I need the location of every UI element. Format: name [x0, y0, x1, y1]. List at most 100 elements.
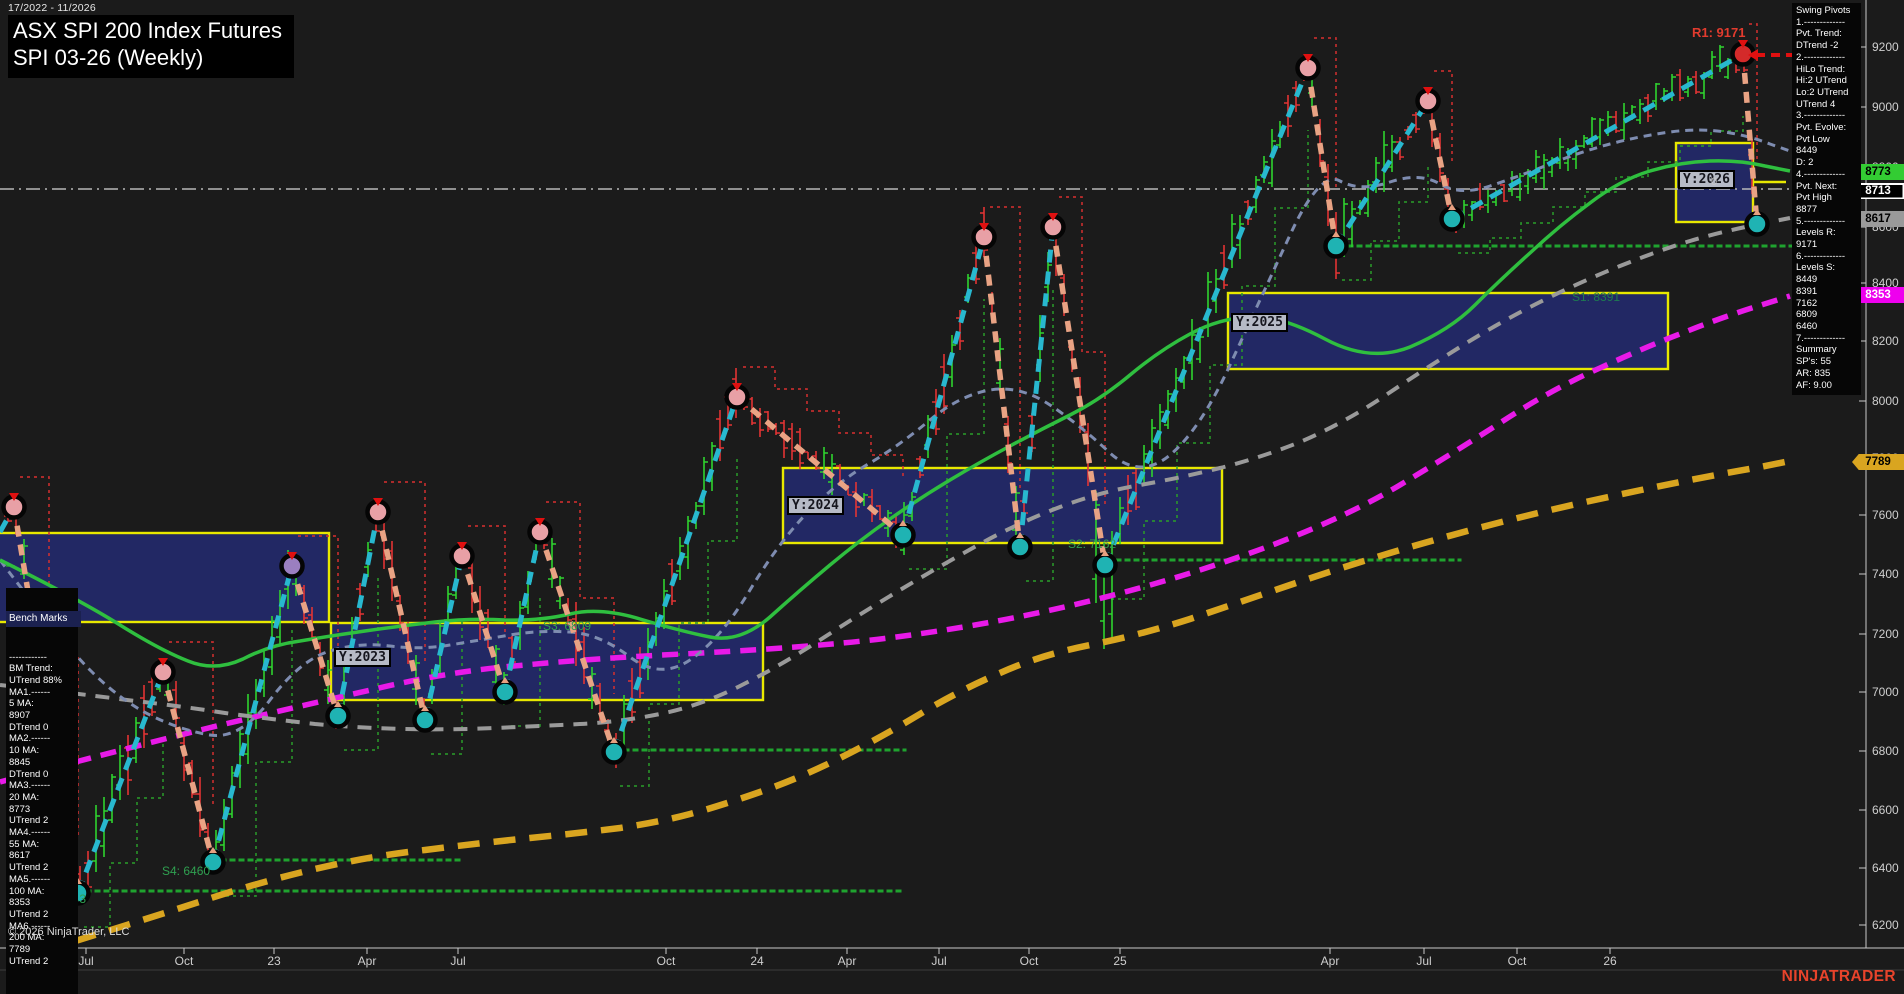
year-label-chip[interactable]: Y:2026: [1678, 170, 1735, 189]
price-chart-canvas[interactable]: [0, 0, 1904, 994]
swing-panel-line: Pvt. Evolve:: [1796, 122, 1861, 134]
pivot-low-marker[interactable]: [1442, 209, 1463, 230]
time-axis-label: Oct: [1020, 954, 1039, 968]
bench-panel-line: 10 MA:: [9, 745, 78, 757]
time-axis-label: 26: [1603, 954, 1616, 968]
swing-panel-line: 8449: [1796, 274, 1861, 286]
time-axis-label: Oct: [657, 954, 676, 968]
year-box-2025: [1228, 293, 1668, 369]
swing-panel-line: DTrend -2: [1796, 40, 1861, 52]
time-axis-label: 23: [267, 954, 280, 968]
swing-panel-line: 4.-------------: [1796, 169, 1861, 181]
time-axis-label: Jul: [1416, 954, 1431, 968]
price-axis-label: 6800: [1872, 744, 1899, 758]
time-axis-label: Jul: [450, 954, 465, 968]
bench-panel-line: 100 MA:: [9, 886, 78, 898]
time-axis-label: Oct: [175, 954, 194, 968]
bench-panel-line: MA4.------: [9, 827, 78, 839]
swing-panel-line: 8391: [1796, 286, 1861, 298]
swing-panel-line: 6460: [1796, 321, 1861, 333]
price-axis-label: 7000: [1872, 685, 1899, 699]
swing-panel-line: HiLo Trend:: [1796, 64, 1861, 76]
swing-panel-line: 7162: [1796, 298, 1861, 310]
swing-panel-line: 3.-------------: [1796, 110, 1861, 122]
time-axis-label: Jul: [78, 954, 93, 968]
bench-panel-line: MA3.------: [9, 780, 78, 792]
bench-panel-line: 8907: [9, 710, 78, 722]
swing-panel-line: Hi:2 UTrend: [1796, 75, 1861, 87]
copyright-text: © 2026 NinjaTrader, LLC: [8, 926, 129, 938]
bench-panel-line: MA2.------: [9, 733, 78, 745]
pivot-low-marker[interactable]: [1747, 214, 1768, 235]
bench-panel-line: DTrend 0: [9, 722, 78, 734]
support-level-label: S3: 6809: [543, 619, 591, 633]
swing-panel-line: UTrend 4: [1796, 99, 1861, 111]
swing-panel-line: D: 2: [1796, 157, 1861, 169]
swing-panel-line: Pvt Low: [1796, 134, 1861, 146]
time-axis-label: Apr: [1321, 954, 1340, 968]
swing-panel-line: Pvt. Next:: [1796, 181, 1861, 193]
time-axis-label: Oct: [1508, 954, 1527, 968]
resistance-level-label: R1: 9171: [1692, 25, 1745, 40]
swing-panel-line: Levels R:: [1796, 227, 1861, 239]
price-axis-label: 6200: [1872, 918, 1899, 932]
chart-window: 17/2022 - 11/2026 ASX SPI 200 Index Futu…: [0, 0, 1904, 994]
bench-panel-line: 8353: [9, 897, 78, 909]
price-tag-value: 7789: [1854, 456, 1903, 469]
time-axis-label: Apr: [838, 954, 857, 968]
time-axis-label: Jul: [931, 954, 946, 968]
bench-panel-line: MA5.------: [9, 874, 78, 886]
swing-panel-line: 7.-------------: [1796, 333, 1861, 345]
year-label-chip[interactable]: Y:2023: [334, 648, 391, 667]
price-axis-label: 6400: [1872, 861, 1899, 875]
bench-panel-line: 7789: [9, 944, 78, 956]
swing-panel-line: 6809: [1796, 309, 1861, 321]
bench-panel-line: ------------: [9, 652, 78, 664]
swing-panel-line: Swing Pivots: [1796, 5, 1861, 17]
swing-panel-line: Summary: [1796, 344, 1861, 356]
bench-panel-line: UTrend 2: [9, 815, 78, 827]
swing-panel-line: Levels S:: [1796, 262, 1861, 274]
swing-panel-line: Pvt High: [1796, 192, 1861, 204]
bench-marks-title: Bench Marks: [6, 611, 81, 627]
bench-panel-line: 8773: [9, 804, 78, 816]
year-box-2024: [783, 468, 1222, 543]
pivot-low-marker[interactable]: [328, 706, 349, 727]
pivot-low-marker[interactable]: [1095, 555, 1116, 576]
swing-panel-line: AF: 9.00: [1796, 380, 1861, 392]
pivot-low-marker[interactable]: [1010, 537, 1031, 558]
price-axis-label: 8000: [1872, 394, 1899, 408]
support-level-label: S4: 6460: [162, 864, 210, 878]
pivot-low-marker[interactable]: [495, 682, 516, 703]
pivot-low-marker[interactable]: [415, 710, 436, 731]
bench-panel-line: 8617: [9, 850, 78, 862]
price-tag-7789[interactable]: 7789: [1852, 454, 1904, 470]
pivot-low-marker[interactable]: [1326, 236, 1347, 257]
price-axis-label: 7200: [1872, 627, 1899, 641]
swing-panel-line: AR: 835: [1796, 368, 1861, 380]
date-range: 17/2022 - 11/2026: [8, 2, 96, 14]
contract-name: SPI 03-26 (Weekly): [13, 45, 282, 72]
bench-panel-line: 55 MA:: [9, 839, 78, 851]
price-axis-label: 8200: [1872, 334, 1899, 348]
time-axis-label: 25: [1113, 954, 1126, 968]
chart-title: ASX SPI 200 Index Futures SPI 03-26 (Wee…: [8, 15, 294, 78]
swing-panel-line: Lo:2 UTrend: [1796, 87, 1861, 99]
price-axis-label: 7600: [1872, 508, 1899, 522]
price-axis-label: 7400: [1872, 567, 1899, 581]
swing-panel-line: 9171: [1796, 239, 1861, 251]
swing-panel-line: 2.-------------: [1796, 52, 1861, 64]
swing-panel-line: 5.-------------: [1796, 216, 1861, 228]
price-axis-label: 9200: [1872, 40, 1899, 54]
year-label-chip[interactable]: Y:2024: [787, 496, 844, 515]
year-label-chip[interactable]: Y:2025: [1231, 313, 1288, 332]
swing-panel-line: 6.-------------: [1796, 251, 1861, 263]
pivot-low-marker[interactable]: [893, 525, 914, 546]
bench-panel-line: DTrend 0: [9, 769, 78, 781]
pivot-low-marker[interactable]: [604, 742, 625, 763]
time-axis-label: 24: [750, 954, 763, 968]
bench-panel-line: UTrend 2: [9, 862, 78, 874]
swing-panel-line: Pvt. Trend:: [1796, 28, 1861, 40]
instrument-name: ASX SPI 200 Index Futures: [13, 18, 282, 45]
swing-panel-line: SP's: 55: [1796, 356, 1861, 368]
